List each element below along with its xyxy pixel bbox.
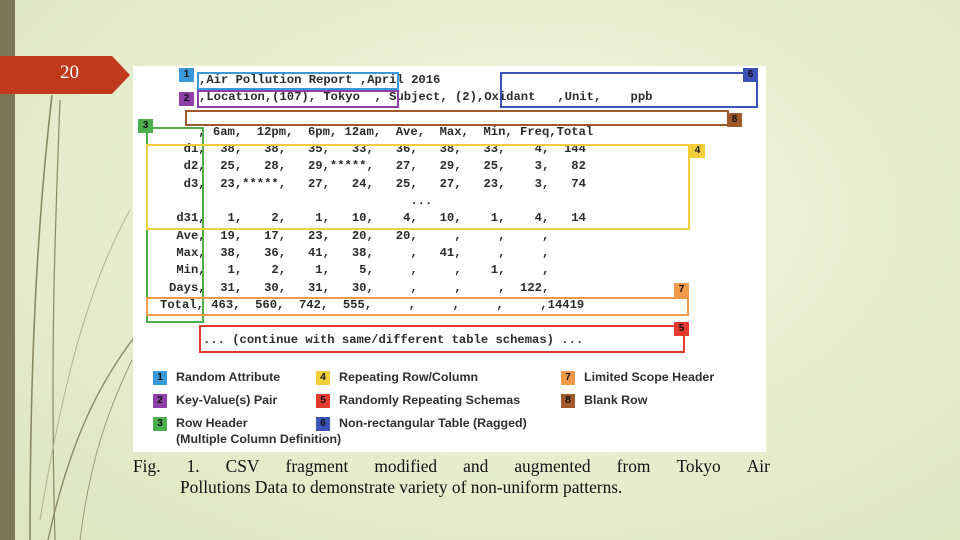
legend-swatch: 5	[316, 393, 330, 408]
caption-word: Fig.	[133, 456, 161, 476]
box-blank-row	[185, 110, 729, 126]
tag-5: 5	[674, 322, 689, 336]
caption-word: fragment	[285, 456, 349, 476]
legend-label: Repeating Row/Column	[339, 370, 479, 384]
caption-word: 1.	[186, 456, 200, 476]
caption-word: from	[616, 456, 651, 476]
figure-csv-diagram: ,Air Pollution Report ,April 2016 ,Locat…	[133, 66, 766, 452]
legend-swatch: 8	[561, 393, 575, 408]
tag-6: 6	[743, 68, 758, 82]
caption-word: Tokyo	[676, 456, 721, 476]
tag-4: 4	[690, 144, 705, 158]
legend-swatch: 7	[561, 370, 575, 385]
caption-line-1: Fig. 1. CSV fragment modified and augmen…	[133, 456, 770, 477]
box-ragged-table	[500, 72, 758, 108]
tag-8: 8	[727, 113, 742, 127]
legend-item: 4 Repeating Row/Column	[316, 370, 478, 385]
tag-2: 2	[179, 92, 194, 106]
caption-word: CSV	[225, 456, 260, 476]
csv-line: Min, 1, 2, 1, 5, , , 1, ,	[169, 263, 550, 277]
tag-1: 1	[179, 68, 194, 82]
box-key-value-pair	[197, 90, 399, 108]
legend-label: Limited Scope Header	[584, 370, 715, 384]
csv-line: Ave, 19, 17, 23, 20, 20, , , ,	[169, 229, 550, 243]
legend-item: 5 Randomly Repeating Schemas	[316, 393, 520, 408]
legend-item: 6 Non-rectangular Table (Ragged)	[316, 416, 527, 431]
figure-caption: Fig. 1. CSV fragment modified and augmen…	[133, 456, 770, 498]
legend-item: 3 Row Header	[153, 416, 248, 431]
legend-swatch: 4	[316, 370, 330, 385]
caption-line-2: Pollutions Data to demonstrate variety o…	[180, 477, 623, 497]
tag-3: 3	[138, 119, 153, 133]
box-repeating-schemas	[199, 325, 685, 353]
legend-label: Non-rectangular Table (Ragged)	[339, 416, 527, 430]
legend-sublabel: (Multiple Column Definition)	[176, 432, 342, 446]
slide-number: 20	[60, 62, 79, 83]
csv-line: Max, 38, 36, 41, 38, , 41, , ,	[169, 246, 550, 260]
legend-label: Random Attribute	[176, 370, 281, 384]
legend-item: 8 Blank Row	[561, 393, 647, 408]
box-repeating-rows	[146, 144, 690, 230]
caption-word: and	[463, 456, 489, 476]
box-limited-scope	[146, 297, 689, 316]
csv-line: , 6am, 12pm, 6pm, 12am, Ave, Max, Min, F…	[169, 125, 594, 139]
legend-swatch: 3	[153, 416, 167, 431]
legend-item: 7 Limited Scope Header	[561, 370, 714, 385]
legend-swatch: 6	[316, 416, 330, 431]
caption-word: augmented	[514, 456, 591, 476]
legend-swatch: 1	[153, 370, 167, 385]
legend-swatch: 2	[153, 393, 167, 408]
caption-word: Air	[746, 456, 770, 476]
legend-label: Randomly Repeating Schemas	[339, 393, 521, 407]
legend-item: 1 Random Attribute	[153, 370, 280, 385]
tag-7: 7	[674, 283, 689, 297]
legend-label: Key-Value(s) Pair	[176, 393, 278, 407]
csv-line: Days, 31, 30, 31, 30, , , , 122,	[169, 281, 550, 295]
legend-item: 2 Key-Value(s) Pair	[153, 393, 277, 408]
legend-label: Blank Row	[584, 393, 648, 407]
box-random-attribute	[197, 72, 399, 90]
caption-word: modified	[374, 456, 438, 476]
legend-label: Row Header	[176, 416, 248, 430]
